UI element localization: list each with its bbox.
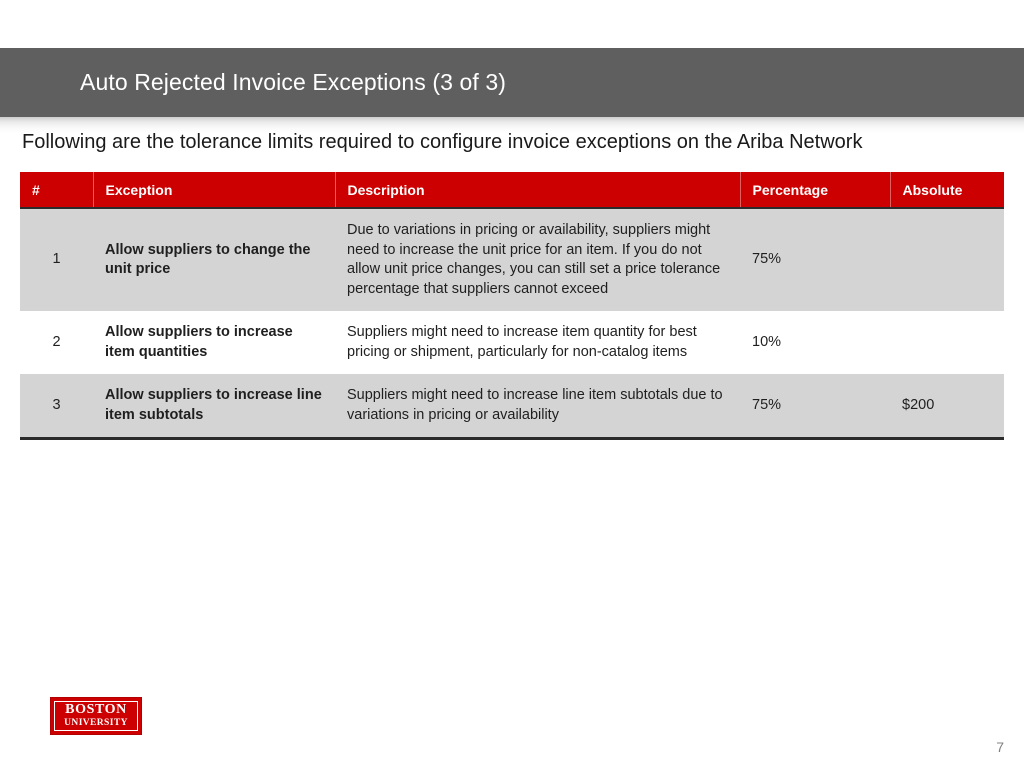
cell-percentage: 75% [740, 374, 890, 439]
slide-canvas: Auto Rejected Invoice Exceptions (3 of 3… [0, 0, 1024, 768]
cell-number: 2 [20, 311, 93, 374]
cell-absolute [890, 311, 1004, 374]
table-header-row: # Exception Description Percentage Absol… [20, 172, 1004, 208]
cell-description: Suppliers might need to increase item qu… [335, 311, 740, 374]
slide-title-bar: Auto Rejected Invoice Exceptions (3 of 3… [0, 48, 1024, 117]
cell-exception: Allow suppliers to increase line item su… [93, 374, 335, 439]
cell-exception: Allow suppliers to increase item quantit… [93, 311, 335, 374]
table-body: 1 Allow suppliers to change the unit pri… [20, 208, 1004, 439]
cell-number: 3 [20, 374, 93, 439]
cell-absolute [890, 208, 1004, 311]
column-header-number: # [20, 172, 94, 208]
logo-inner-border: BOSTON UNIVERSITY [54, 701, 138, 731]
cell-exception: Allow suppliers to change the unit price [93, 208, 335, 311]
cell-absolute: $200 [890, 374, 1004, 439]
cell-description: Suppliers might need to increase line it… [335, 374, 740, 439]
column-header-percentage: Percentage [740, 172, 891, 208]
cell-number: 1 [20, 208, 93, 311]
table-header: # Exception Description Percentage Absol… [20, 172, 1004, 208]
column-header-description: Description [335, 172, 741, 208]
column-header-exception: Exception [93, 172, 336, 208]
cell-description: Due to variations in pricing or availabi… [335, 208, 740, 311]
slide-subtitle: Following are the tolerance limits requi… [22, 131, 863, 153]
logo-text-boston: BOSTON [65, 702, 127, 717]
cell-percentage: 75% [740, 208, 890, 311]
table-row: 1 Allow suppliers to change the unit pri… [20, 208, 1004, 311]
cell-percentage: 10% [740, 311, 890, 374]
logo-text-university: UNIVERSITY [64, 718, 128, 728]
exceptions-table: # Exception Description Percentage Absol… [20, 172, 1004, 440]
page-number: 7 [996, 739, 1004, 755]
table-row: 3 Allow suppliers to increase line item … [20, 374, 1004, 439]
table-row: 2 Allow suppliers to increase item quant… [20, 311, 1004, 374]
column-header-absolute: Absolute [890, 172, 1004, 208]
exceptions-table-container: # Exception Description Percentage Absol… [20, 172, 1004, 440]
page-title: Auto Rejected Invoice Exceptions (3 of 3… [80, 68, 506, 95]
boston-university-logo: BOSTON UNIVERSITY [50, 697, 142, 735]
